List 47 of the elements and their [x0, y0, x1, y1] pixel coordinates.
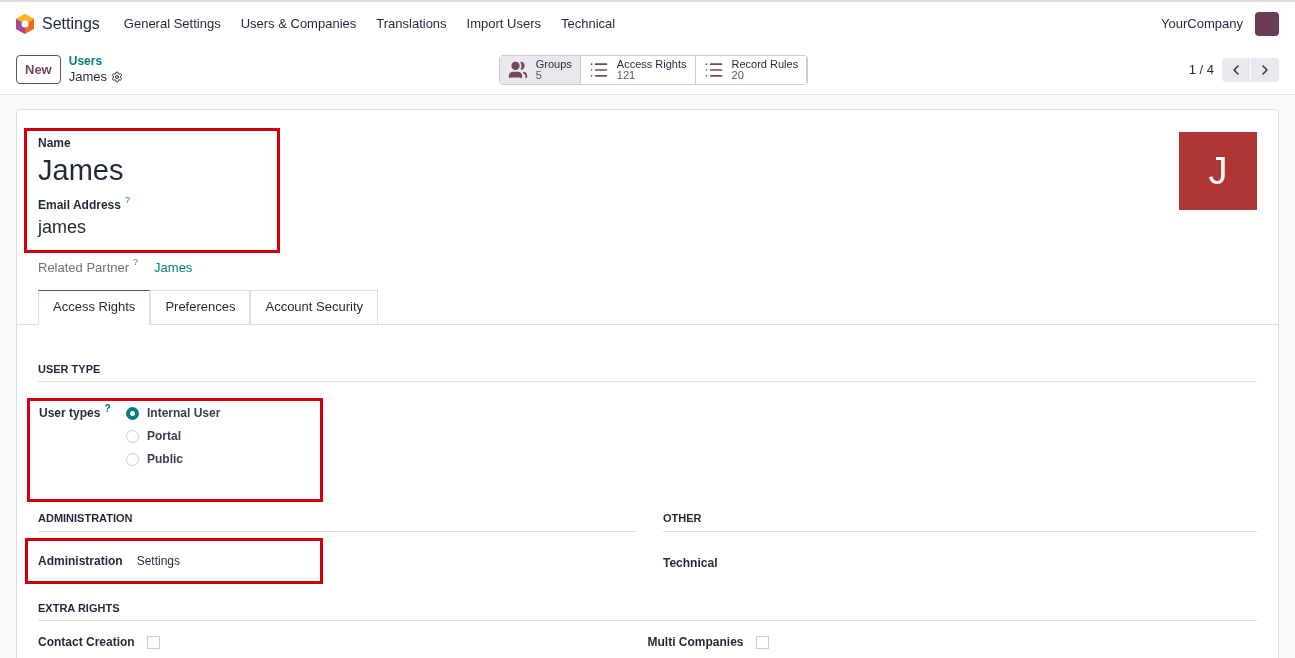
new-button[interactable]: New [16, 54, 61, 85]
tab[interactable]: Account Security [250, 289, 378, 325]
tab[interactable]: Access Rights [38, 289, 151, 325]
smart-button[interactable]: Groups 5 [499, 55, 581, 84]
previous-button[interactable] [1222, 57, 1250, 82]
next-button[interactable] [1251, 57, 1279, 82]
checkbox[interactable] [755, 635, 769, 649]
menu-item[interactable]: Import Users [466, 13, 541, 34]
section-heading: USER TYPE [38, 360, 1257, 382]
user-avatar[interactable] [1255, 11, 1279, 36]
company-name[interactable]: YourCompany [1161, 13, 1243, 34]
field-label: Administration [38, 552, 123, 570]
radio-label[interactable]: Portal [147, 427, 181, 445]
checkbox[interactable] [146, 635, 160, 649]
name-field[interactable]: James [38, 152, 266, 189]
field-label: Related Partner [38, 259, 130, 277]
help-icon[interactable]: ? [133, 258, 139, 267]
field-label: Contact Creation [38, 634, 135, 651]
tab[interactable]: Preferences [150, 289, 251, 325]
field-label: User types [39, 405, 101, 422]
section-heading: EXTRA RIGHTS [38, 599, 1257, 621]
app-logo-icon[interactable] [16, 13, 34, 34]
pager-value: 1 / 4 [1188, 60, 1214, 79]
people-icon [507, 59, 528, 80]
section-heading: ADMINISTRATION [38, 510, 635, 532]
record-title: James [68, 68, 108, 86]
help-icon[interactable]: ? [124, 196, 130, 206]
field-label: Multi Companies [647, 634, 744, 651]
menu-item[interactable]: Technical [561, 13, 616, 34]
radio-button[interactable] [126, 406, 139, 420]
partner-link[interactable]: James [154, 258, 193, 278]
menu-item[interactable]: Translations [376, 13, 447, 34]
radio-label[interactable]: Internal User [147, 404, 221, 422]
avatar-tile[interactable]: J [1179, 132, 1257, 210]
field-label: Email Address [38, 197, 121, 215]
menu-item[interactable]: General Settings [123, 13, 221, 34]
menu-item[interactable]: Users & Companies [240, 13, 357, 34]
breadcrumb-link[interactable]: Users [68, 53, 499, 69]
settings-icon[interactable] [111, 71, 124, 83]
field-value[interactable]: Settings [136, 551, 181, 570]
field-label: Technical [663, 554, 719, 572]
radio-label[interactable]: Public [147, 450, 183, 468]
section-heading: OTHER [663, 510, 1257, 532]
field-label: Name [38, 135, 72, 152]
email-field[interactable]: james [38, 214, 266, 242]
app-title[interactable]: Settings [42, 11, 100, 36]
help-icon[interactable]: ? [104, 404, 111, 414]
